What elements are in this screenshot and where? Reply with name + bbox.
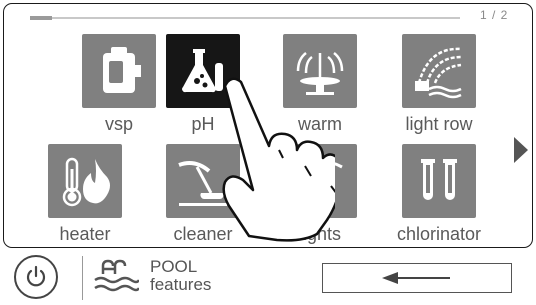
bottom-divider	[82, 256, 83, 300]
thermometer-flame-icon	[62, 157, 110, 207]
next-page-arrow[interactable]	[514, 137, 528, 163]
tile-warm[interactable]	[283, 34, 357, 108]
back-button[interactable]	[322, 263, 512, 293]
tile-label-heater: heater	[59, 224, 111, 244]
tile-label-lights: lights	[298, 224, 342, 244]
tile-vsp[interactable]	[82, 34, 156, 108]
pool-cleaner-icon	[178, 161, 227, 206]
tile-label-light-row: light row	[405, 114, 473, 134]
section-title: POOL features	[150, 258, 211, 294]
tile-ph[interactable]	[166, 34, 240, 108]
tile-label-chlorinator: chlorinator	[396, 224, 482, 244]
flask-icon	[182, 49, 223, 93]
arrow-left-icon	[382, 272, 450, 284]
pool-light-icon	[297, 159, 343, 199]
pump-icon	[103, 47, 141, 93]
page-scroll-indicator	[30, 16, 460, 20]
section-title-line1: POOL	[150, 257, 198, 276]
page-scroll-thumb	[30, 16, 52, 20]
tile-label-cleaner: cleaner	[173, 224, 233, 244]
tile-lights[interactable]	[283, 144, 357, 218]
page-indicator: 1 / 2	[480, 8, 509, 22]
section-title-line2: features	[150, 275, 212, 294]
tile-heater[interactable]	[48, 144, 122, 218]
test-tubes-icon	[421, 159, 457, 200]
tile-chlorinator[interactable]	[402, 144, 476, 218]
power-icon	[26, 265, 46, 287]
pool-ladder-icon	[94, 259, 139, 292]
tile-cleaner[interactable]	[166, 144, 240, 218]
tile-label-warm: warm	[298, 114, 342, 134]
water-jets-icon	[415, 47, 462, 99]
power-button[interactable]	[14, 255, 58, 299]
tile-light-row[interactable]	[402, 34, 476, 108]
fountain-icon	[296, 52, 344, 95]
tile-label-ph: pH	[191, 114, 215, 134]
